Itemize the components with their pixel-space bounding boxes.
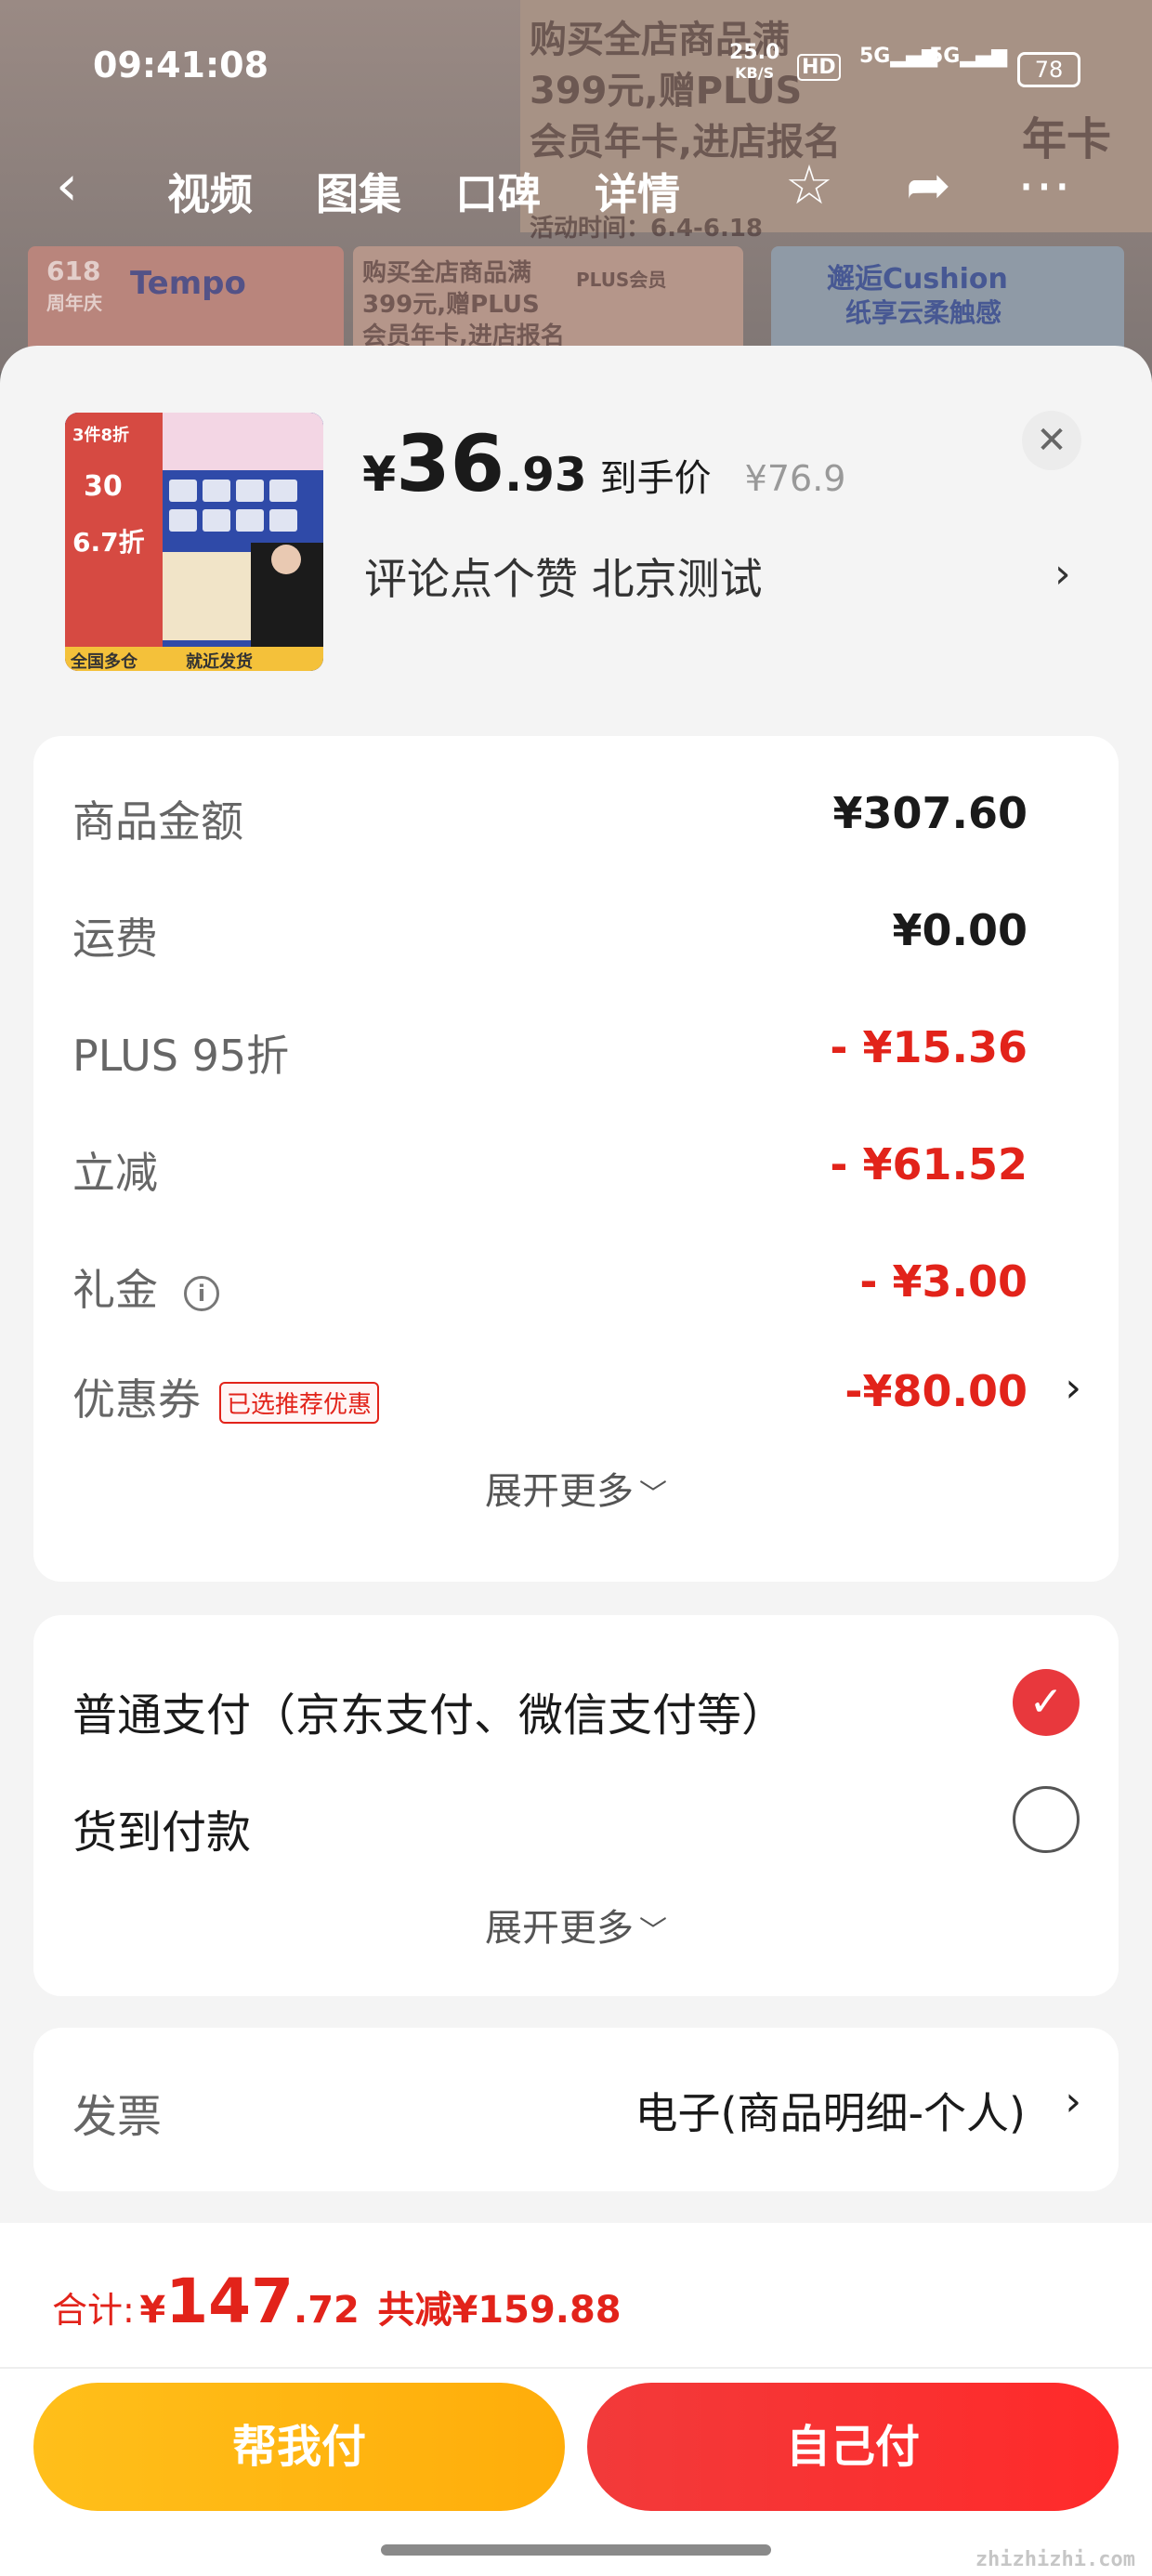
thumb-footer-right: 就近发货: [186, 652, 253, 671]
fee-row-shipping: 运费 ¥0.00: [33, 890, 1119, 974]
expand-more-fees[interactable]: 展开更多 ﹀: [33, 1461, 1119, 1515]
close-icon: ✕: [1036, 419, 1067, 462]
battery-icon: 78: [1017, 52, 1080, 87]
fee-label: 立减: [72, 1148, 158, 1198]
payment-method-card: 普通支付（京东支付、微信支付等） ✓ 货到付款 展开更多 ﹀: [33, 1615, 1119, 1996]
fee-value: - ¥61.52: [830, 1139, 1028, 1189]
fee-row-instant-discount: 立减 - ¥61.52: [33, 1124, 1119, 1208]
banner-cushion: 邂逅Cushion: [827, 263, 1008, 296]
divider: [0, 2367, 1152, 2369]
fee-row-goods-amount: 商品金额 ¥307.60: [33, 773, 1119, 857]
final-price: ¥36.93 到手价 ¥76.9: [362, 418, 845, 509]
banner-brand: Tempo: [130, 265, 246, 302]
banner-cushion-sub: 纸享云柔触感: [845, 297, 1002, 328]
price-integer: 36: [396, 418, 505, 509]
more-icon: ⋯: [1017, 153, 1071, 217]
fee-label: PLUS 95折: [72, 1031, 290, 1081]
payment-option-label: 货到付款: [72, 1807, 252, 1859]
status-time: 09:41:08: [93, 45, 269, 85]
pay-myself-button[interactable]: 自己付: [587, 2383, 1119, 2511]
share-icon: ➦: [906, 153, 951, 217]
tab-video: 视频: [167, 169, 253, 219]
invoice-label: 发票: [72, 2091, 163, 2143]
banner-text: 购买全店商品满: [362, 259, 532, 287]
fee-row-plus-discount: PLUS 95折 - ¥15.36: [33, 1007, 1119, 1091]
total-integer: 147: [165, 2266, 295, 2337]
background-nav: ‹ 视频 图集 口碑 详情 ☆ ➦ ⋯: [0, 153, 1152, 228]
chevron-right-icon[interactable]: ›: [1065, 2078, 1081, 2125]
info-icon[interactable]: i: [184, 1275, 219, 1311]
price-symbol: ¥: [362, 447, 397, 503]
total-decimal: .72: [294, 2289, 360, 2332]
product-thumbnail: 3件8折 30 6.7折 全国多仓 就近发货: [65, 413, 323, 671]
banner-plus: PLUS会员: [576, 269, 667, 291]
thumb-badge: 6.7折: [72, 527, 145, 558]
original-price: ¥76.9: [744, 458, 846, 499]
fee-label-group: 优惠券 已选推荐优惠: [72, 1366, 380, 1427]
banner-anniversary: 周年庆: [46, 292, 102, 314]
fee-value: -¥80.00: [844, 1366, 1028, 1416]
total-label: 合计:: [52, 2290, 135, 2331]
tab-details: 详情: [595, 169, 680, 219]
signal-label: 5G: [859, 45, 891, 68]
thumb-footer-left: 全国多仓: [71, 652, 137, 671]
payment-option-cod[interactable]: 货到付款: [33, 1773, 1119, 1866]
checkout-footer: 合计: ¥147.72 共减¥159.88 帮我付 自己付 zhizhizhi.…: [0, 2223, 1152, 2576]
price-label: 到手价: [599, 457, 712, 500]
home-indicator[interactable]: [381, 2544, 771, 2556]
banner-text: 399元,赠PLUS: [362, 291, 540, 319]
fee-value: - ¥15.36: [830, 1022, 1028, 1072]
thumb-badge: 30: [84, 470, 123, 503]
expand-more-label: 展开更多: [485, 1470, 634, 1513]
back-icon: ‹: [56, 153, 78, 218]
payment-option-label: 普通支付（京东支付、微信支付等）: [72, 1689, 787, 1741]
fee-row-gift-money: 礼金 i - ¥3.00: [33, 1242, 1119, 1325]
hd-voice-icon: HD: [797, 54, 841, 81]
banner-618: 618: [46, 256, 101, 286]
fee-row-coupon[interactable]: 优惠券 已选推荐优惠 -¥80.00 ›: [33, 1351, 1119, 1435]
watermark: zhizhizhi.com: [975, 2548, 1135, 2571]
total-symbol: ¥: [139, 2289, 166, 2332]
chevron-right-icon[interactable]: ›: [1054, 550, 1071, 598]
star-icon: ☆: [785, 153, 833, 217]
fee-label: 礼金: [72, 1265, 158, 1315]
radio-unchecked-icon[interactable]: [1013, 1786, 1080, 1853]
net-speed: 25.0 KB/S: [729, 43, 779, 84]
net-speed-unit: KB/S: [735, 64, 775, 82]
product-spec[interactable]: 评论点个赞 北京测试: [364, 545, 763, 607]
net-speed-value: 25.0: [729, 41, 780, 64]
status-bar: 09:41:08 25.0 KB/S HD 5G▂▄▆ 5G▂▄▆ 78: [0, 37, 1152, 102]
fee-breakdown-card: 商品金额 ¥307.60 运费 ¥0.00 PLUS 95折 - ¥15.36 …: [33, 736, 1119, 1582]
price-decimal: .93: [504, 448, 587, 502]
coupon-tag: 已选推荐优惠: [219, 1382, 380, 1424]
fee-label: 运费: [72, 913, 158, 964]
tab-reviews: 口碑: [455, 169, 541, 219]
chevron-down-icon: ﹀: [639, 1479, 667, 1511]
signal-label: 5G: [929, 45, 961, 68]
fee-label: 优惠券: [72, 1374, 201, 1425]
fee-value: - ¥3.00: [859, 1256, 1028, 1307]
invoice-value: 电子(商品明细-个人): [635, 2088, 1027, 2138]
fee-label: 商品金额: [72, 796, 243, 847]
tab-gallery: 图集: [316, 169, 401, 219]
total-saving: 共减¥159.88: [377, 2289, 622, 2332]
thumb-badge: 3件8折: [72, 426, 130, 445]
expand-more-payment[interactable]: 展开更多 ﹀: [33, 1898, 1119, 1952]
fee-value: ¥307.60: [832, 788, 1028, 838]
chevron-down-icon: ﹀: [639, 1915, 667, 1948]
fee-value: ¥0.00: [892, 905, 1028, 955]
background-product-page: 购买全店商品满 399元,赠PLUS 会员年卡,进店报名 活动时间：6.4-6.…: [0, 0, 1152, 372]
chevron-right-icon[interactable]: ›: [1065, 1364, 1081, 1412]
expand-more-label: 展开更多: [485, 1907, 634, 1950]
product-header: 3件8折 30 6.7折 全国多仓 就近发货 ¥36.93 到手价 ¥76.9 评论…: [0, 346, 1152, 708]
invoice-card[interactable]: 发票 电子(商品明细-个人) ›: [33, 2028, 1119, 2191]
order-total: 合计: ¥147.72 共减¥159.88: [52, 2266, 622, 2337]
signal-icon: 5G▂▄▆: [929, 45, 1008, 68]
fee-label-group: 礼金 i: [72, 1256, 219, 1318]
help-me-pay-button[interactable]: 帮我付: [33, 2383, 565, 2511]
signal-icon: 5G▂▄▆: [859, 45, 938, 68]
close-button[interactable]: ✕: [1022, 411, 1081, 470]
payment-option-online[interactable]: 普通支付（京东支付、微信支付等） ✓: [33, 1656, 1119, 1749]
radio-checked-icon[interactable]: ✓: [1013, 1669, 1080, 1736]
